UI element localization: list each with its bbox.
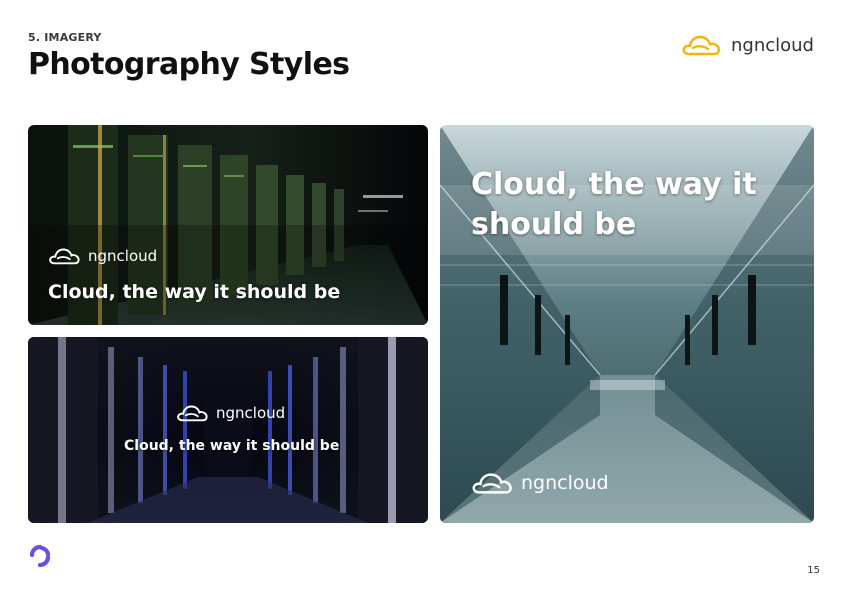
brand-name: ngncloud (731, 34, 814, 56)
photo-2-brand: ngncloud (176, 403, 285, 423)
corner-logo-icon (29, 544, 51, 568)
cloud-logo-icon (472, 473, 512, 494)
photo-1-brand: ngncloud (48, 246, 157, 266)
cloud-logo-icon (177, 405, 208, 422)
photo-3-brand-name: ngncloud (521, 472, 609, 494)
photo-style-3: Cloud, the way it should be ngncloud (440, 125, 814, 523)
section-label: 5. IMAGERY (28, 31, 102, 44)
photo-1-brand-name: ngncloud (88, 247, 158, 265)
photo-1-tagline: Cloud, the way it should be (48, 281, 341, 303)
page-title: Photography Styles (28, 47, 350, 82)
photo-3-brand: ngncloud (471, 470, 609, 496)
cloud-logo-icon (682, 35, 720, 56)
page-number: 15 (807, 565, 820, 576)
photo-3-tagline: Cloud, the way it should be (471, 167, 757, 242)
photo-2-tagline: Cloud, the way it should be (124, 438, 340, 454)
photo-style-1: ngncloud Cloud, the way it should be (28, 125, 428, 325)
brand-logo: ngncloud (681, 33, 814, 57)
datacenter-photo-2 (28, 337, 428, 523)
cloud-logo-icon (49, 248, 80, 265)
photo-style-2: ngncloud Cloud, the way it should be (28, 337, 428, 523)
photo-2-brand-name: ngncloud (216, 404, 286, 422)
